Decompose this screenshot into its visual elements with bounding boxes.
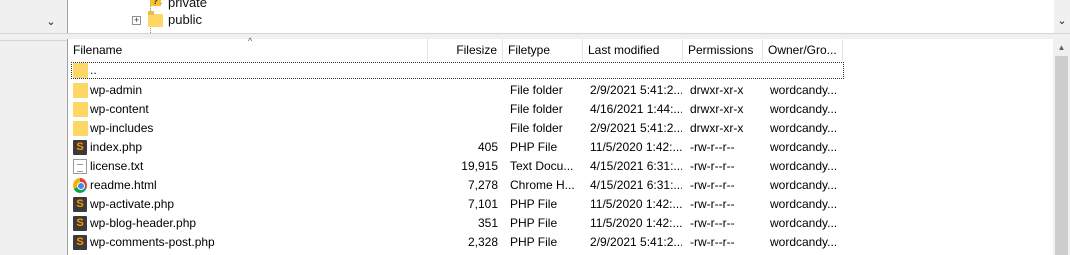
- file-type: Text Docu...: [510, 159, 574, 173]
- file-list-header: Filename ^ Filesize Filetype Last modifi…: [68, 36, 1053, 61]
- chevron-down-icon[interactable]: ⌄: [44, 13, 58, 31]
- column-header-owner-group[interactable]: Owner/Gro...: [763, 39, 843, 61]
- file-owner: wordcandy...: [770, 83, 838, 97]
- file-name: wp-admin: [90, 83, 143, 97]
- chevron-down-icon[interactable]: ⌄: [1055, 13, 1069, 29]
- file-owner: wordcandy...: [770, 178, 838, 192]
- file-type: PHP File: [510, 197, 558, 211]
- file-permissions: drwxr-xr-x: [690, 102, 744, 116]
- file-owner: wordcandy...: [770, 216, 838, 230]
- folder-icon: [73, 63, 88, 78]
- php-file-icon: S: [73, 140, 87, 155]
- file-owner: wordcandy...: [770, 121, 838, 135]
- file-owner: wordcandy...: [770, 159, 838, 173]
- file-name: wp-content: [90, 102, 149, 116]
- file-owner: wordcandy...: [770, 235, 838, 249]
- file-size: [428, 119, 498, 138]
- file-type: [510, 61, 585, 80]
- file-permissions: -rw-r--r--: [690, 216, 735, 230]
- file-name: ..: [90, 63, 97, 77]
- column-header-last-modified[interactable]: Last modified: [583, 39, 683, 61]
- tree-scrollbar[interactable]: ⌄: [1054, 0, 1070, 33]
- folder-icon: [73, 121, 88, 136]
- sort-ascending-icon: ^: [248, 36, 253, 46]
- php-file-icon: S: [73, 216, 87, 231]
- table-row[interactable]: ..: [68, 61, 1053, 80]
- chrome-icon: [73, 178, 87, 193]
- file-name: index.php: [90, 140, 143, 154]
- file-type: File folder: [510, 121, 563, 135]
- table-row[interactable]: Swp-blog-header.php 351 PHP File 11/5/20…: [68, 214, 1053, 233]
- expand-icon[interactable]: +: [132, 16, 141, 25]
- table-row[interactable]: Swp-comments-post.php 2,328 PHP File 2/9…: [68, 233, 1053, 252]
- file-modified: 2/9/2021 5:41:2...: [590, 83, 682, 97]
- file-modified: 4/15/2021 6:31:...: [590, 159, 682, 173]
- chevron-up-icon[interactable]: ▲: [1055, 41, 1068, 55]
- table-row[interactable]: readme.html 7,278 Chrome H... 4/15/2021 …: [68, 176, 1053, 195]
- file-type: PHP File: [510, 235, 558, 249]
- file-modified: 4/15/2021 6:31:...: [590, 178, 682, 192]
- file-type: File folder: [510, 83, 563, 97]
- table-row[interactable]: Swp-activate.php 7,101 PHP File 11/5/202…: [68, 195, 1053, 214]
- file-owner: wordcandy...: [770, 197, 838, 211]
- file-permissions: -rw-r--r--: [690, 197, 735, 211]
- file-owner: wordcandy...: [770, 102, 838, 116]
- file-permissions: -rw-r--r--: [690, 235, 735, 249]
- text-file-icon: [73, 159, 87, 174]
- file-size: 405: [477, 140, 498, 154]
- file-modified: 2/9/2021 5:41:2...: [590, 235, 682, 249]
- file-modified: [590, 61, 682, 80]
- file-type: Chrome H...: [510, 178, 575, 192]
- file-permissions: -rw-r--r--: [690, 159, 735, 173]
- folder-icon: [73, 102, 88, 117]
- file-name: wp-blog-header.php: [90, 216, 197, 230]
- file-name: wp-includes: [90, 121, 154, 135]
- file-size: [428, 61, 498, 80]
- file-size: 7,101: [467, 197, 498, 211]
- column-header-filesize[interactable]: Filesize: [428, 39, 503, 61]
- file-modified: 11/5/2020 1:42:...: [590, 197, 682, 211]
- file-permissions: [690, 61, 768, 80]
- column-header-filetype[interactable]: Filetype: [503, 39, 583, 61]
- file-name: wp-activate.php: [90, 197, 175, 211]
- scrollbar-thumb[interactable]: [1055, 56, 1068, 255]
- remote-tree-panel: ? private + public ⌄: [67, 0, 1070, 33]
- table-row[interactable]: Sindex.php 405 PHP File 11/5/2020 1:42:.…: [68, 138, 1053, 157]
- file-modified: 11/5/2020 1:42:...: [590, 140, 682, 154]
- file-permissions: -rw-r--r--: [690, 140, 735, 154]
- tree-item-public[interactable]: public: [168, 12, 202, 28]
- file-list-scrollbar[interactable]: ▲: [1053, 39, 1070, 255]
- folder-icon: [73, 83, 88, 98]
- file-permissions: -rw-r--r--: [690, 178, 735, 192]
- warning-folder-icon: ?: [150, 0, 161, 6]
- php-file-icon: S: [73, 235, 87, 250]
- file-size: [428, 81, 498, 100]
- table-row[interactable]: wp-admin File folder 2/9/2021 5:41:2... …: [68, 81, 1053, 100]
- file-name: wp-comments-post.php: [90, 235, 215, 249]
- file-type: PHP File: [510, 216, 558, 230]
- file-size: 7,278: [467, 178, 498, 192]
- file-permissions: drwxr-xr-x: [690, 83, 744, 97]
- file-type: File folder: [510, 102, 563, 116]
- file-modified: 4/16/2021 1:44:...: [590, 102, 682, 116]
- file-permissions: drwxr-xr-x: [690, 121, 744, 135]
- file-modified: 11/5/2020 1:42:...: [590, 216, 682, 230]
- table-row[interactable]: wp-includes File folder 2/9/2021 5:41:2.…: [68, 119, 1053, 138]
- column-header-permissions[interactable]: Permissions: [683, 39, 763, 61]
- table-row[interactable]: wp-content File folder 4/16/2021 1:44:..…: [68, 100, 1053, 119]
- folder-icon: [148, 11, 163, 27]
- file-size: [428, 100, 498, 119]
- file-name: license.txt: [90, 159, 144, 173]
- php-file-icon: S: [73, 197, 87, 212]
- table-row[interactable]: license.txt 19,915 Text Docu... 4/15/202…: [68, 157, 1053, 176]
- file-size: 351: [477, 216, 498, 230]
- file-type: PHP File: [510, 140, 558, 154]
- file-owner: [770, 61, 845, 80]
- file-owner: wordcandy...: [770, 140, 838, 154]
- file-modified: 2/9/2021 5:41:2...: [590, 121, 682, 135]
- tree-item-private[interactable]: private: [168, 0, 207, 11]
- file-name: readme.html: [90, 178, 157, 192]
- file-size: 19,915: [461, 159, 498, 173]
- file-size: 2,328: [467, 235, 498, 249]
